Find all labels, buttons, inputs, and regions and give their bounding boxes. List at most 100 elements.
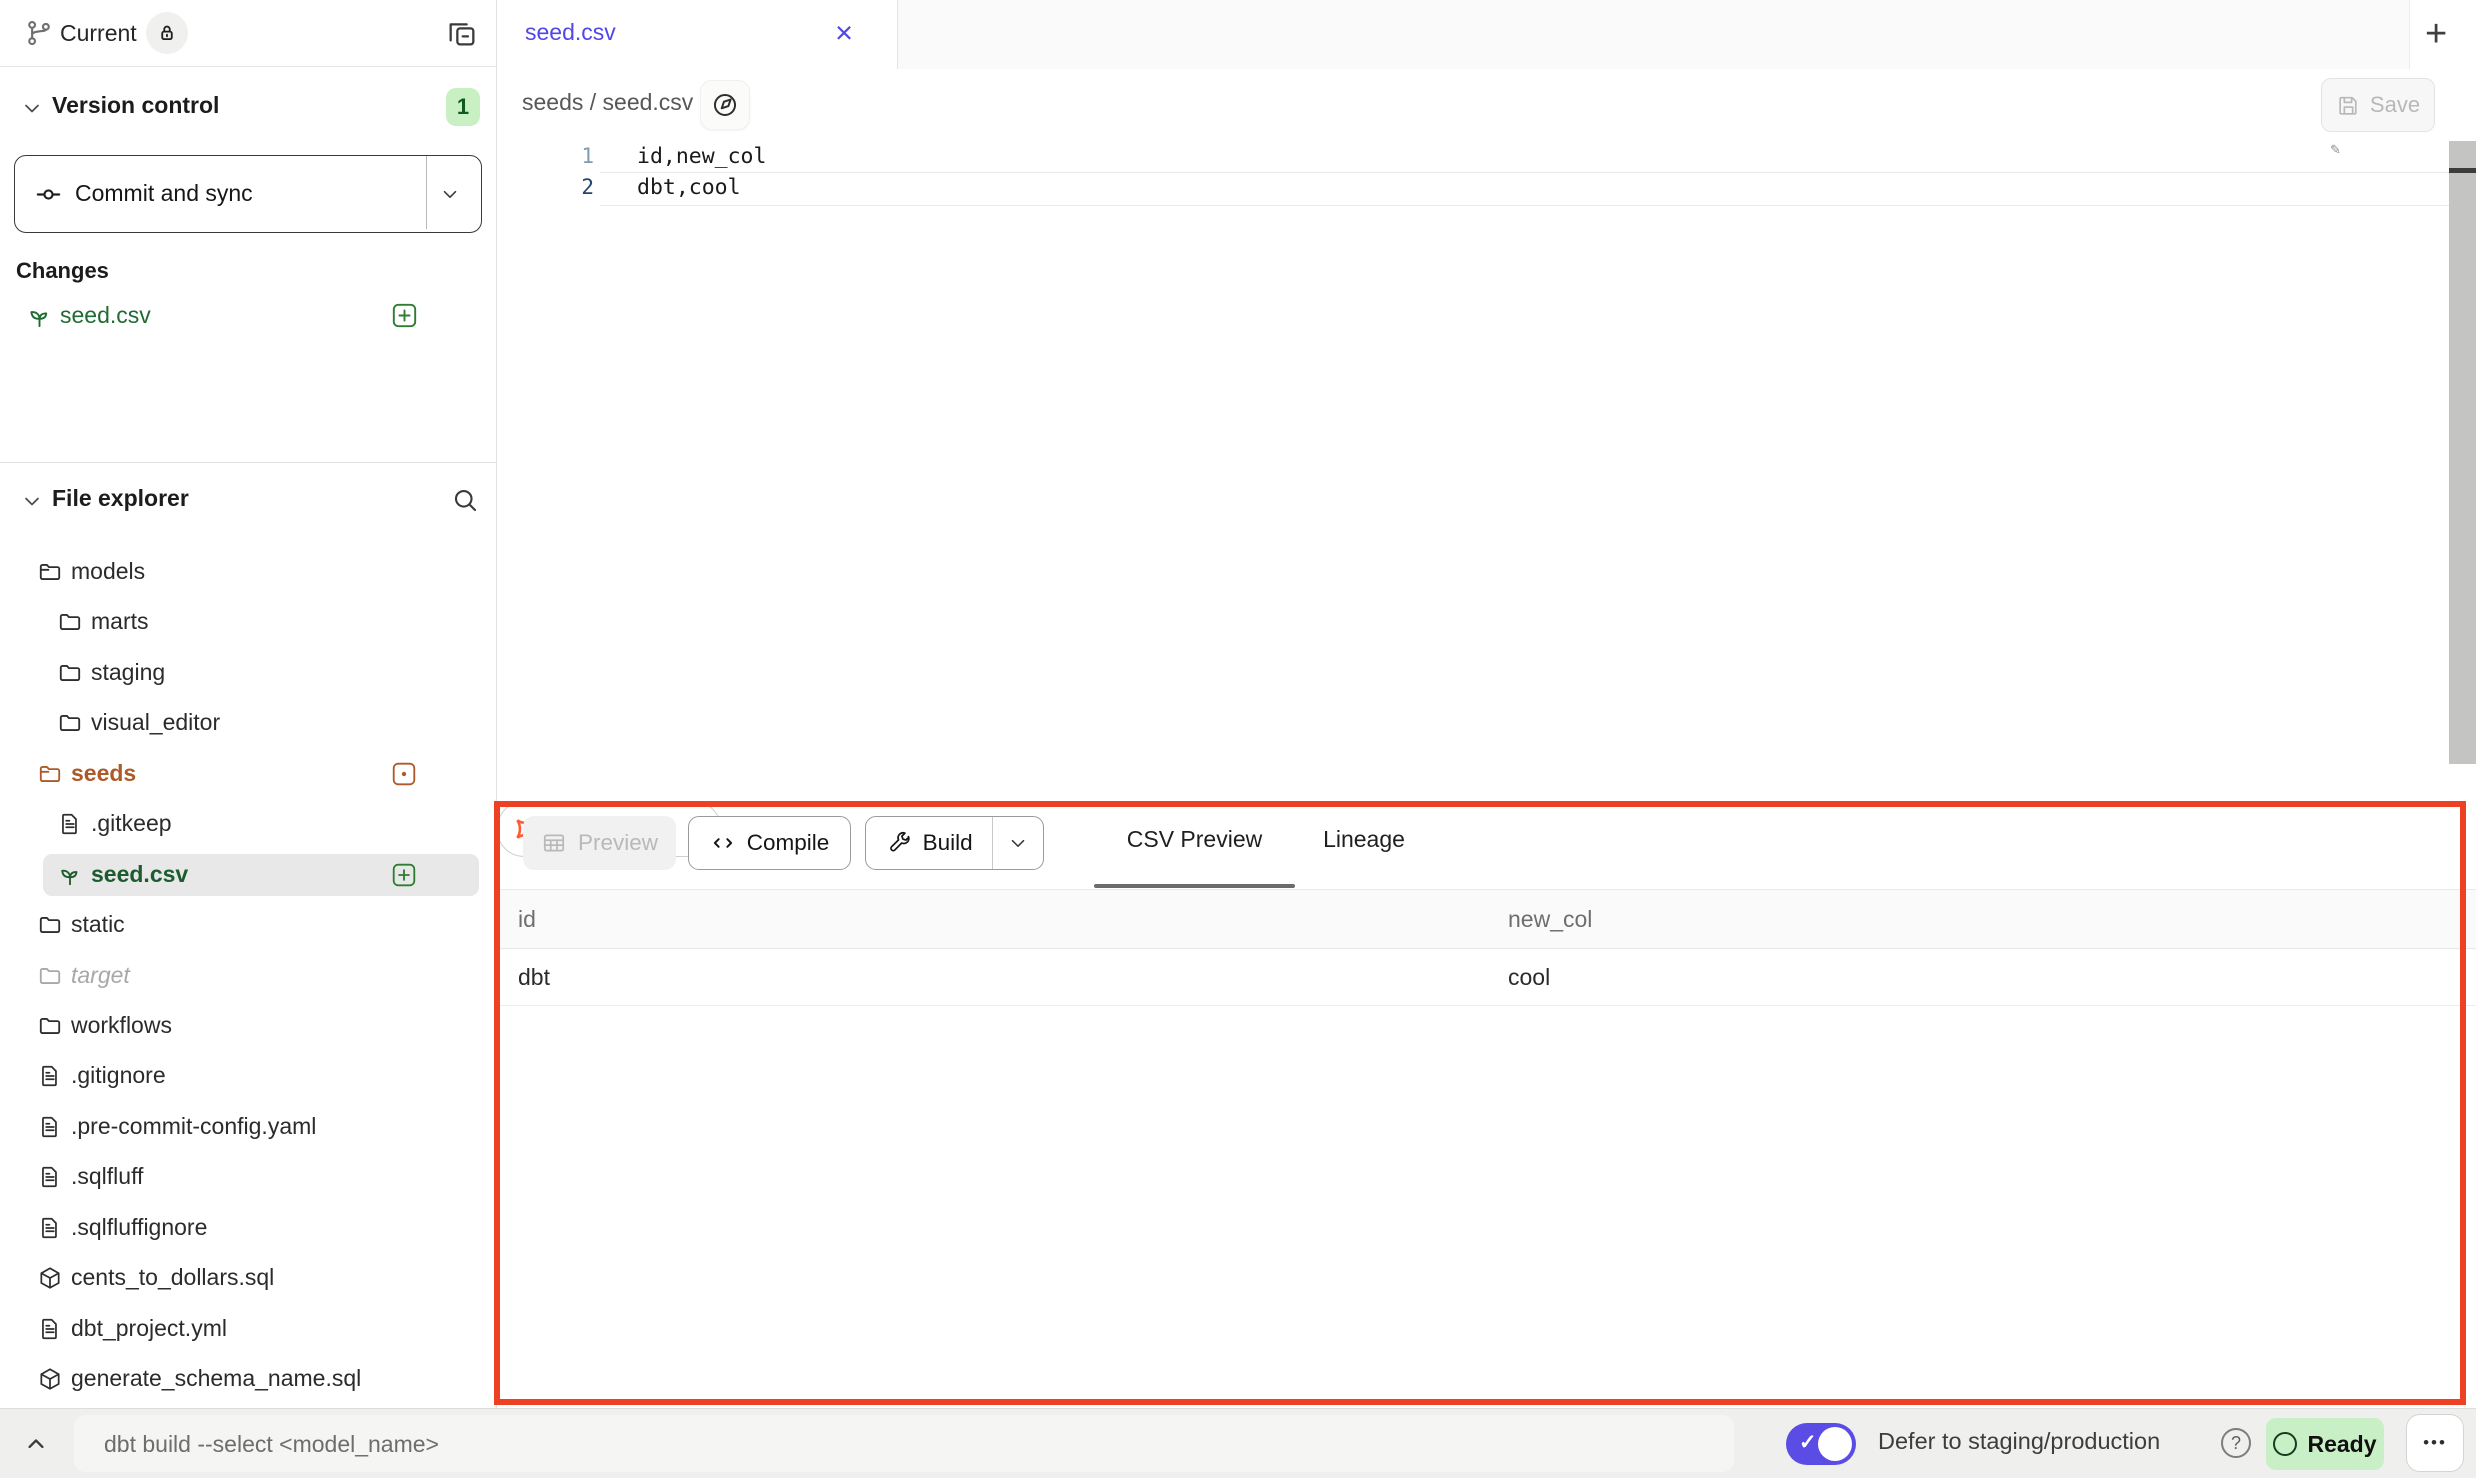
table-header-row: id new_col [497, 890, 2476, 949]
version-control-title[interactable]: Version control [52, 92, 219, 119]
branch-header: Current [0, 0, 496, 67]
commit-options-chevron-icon[interactable] [439, 183, 461, 205]
git-modified-icon [391, 761, 417, 787]
divider [0, 462, 496, 463]
tab-lineage[interactable]: Lineage [1294, 826, 1434, 853]
file-row-sqlfluffignore[interactable]: .sqlfluffignore [0, 1206, 496, 1250]
file-label: cents_to_dollars.sql [71, 1264, 274, 1291]
file-label: visual_editor [91, 709, 220, 736]
command-input[interactable] [102, 1415, 1666, 1474]
file-label: staging [91, 659, 165, 686]
help-icon[interactable]: ? [2221, 1428, 2251, 1458]
git-branch-icon [24, 18, 54, 48]
file-row-target[interactable]: target [0, 954, 496, 998]
lock-icon [146, 12, 188, 54]
seed-icon [26, 303, 53, 330]
file-row-marts[interactable]: marts [0, 600, 496, 644]
table-cell: cool [1508, 964, 2476, 991]
file-icon [37, 1063, 63, 1089]
chevron-up-icon[interactable] [22, 1430, 50, 1458]
file-row-seed-csv[interactable]: seed.csv [0, 853, 496, 897]
model-cube-icon [37, 1265, 63, 1291]
seed-icon [57, 862, 83, 888]
code-line: 2 dbt,cool [497, 172, 2476, 203]
pencil-icon: ✎ [2330, 142, 2341, 158]
check-icon: ✓ [1799, 1430, 1817, 1455]
save-label: Save [2370, 92, 2420, 118]
file-row-gitignore[interactable]: .gitignore [0, 1054, 496, 1098]
file-row-staging[interactable]: staging [0, 651, 496, 695]
close-icon[interactable]: × [835, 13, 853, 53]
preview-label: Preview [578, 830, 658, 856]
toggle-knob [1818, 1427, 1852, 1461]
file-explorer-title[interactable]: File explorer [52, 485, 189, 512]
git-added-icon [391, 302, 418, 329]
compile-button[interactable]: Compile [688, 816, 851, 870]
folder-icon [37, 1013, 63, 1039]
editor-tab-bar: seed.csv × + [497, 0, 2476, 70]
branch-name[interactable]: Current [60, 17, 137, 49]
code-editor[interactable]: 1 id,new_col 2 dbt,cool ✎ [497, 140, 2476, 801]
file-row-seeds[interactable]: seeds [0, 752, 496, 796]
preview-button[interactable]: Preview [523, 816, 676, 870]
tab-title: seed.csv [525, 19, 616, 46]
scrollbar-marker [2449, 168, 2476, 173]
file-row-visual-editor[interactable]: visual_editor [0, 701, 496, 745]
more-options-button[interactable]: ••• [2406, 1414, 2464, 1472]
changed-file-name: seed.csv [60, 302, 151, 329]
folder-icon [37, 912, 63, 938]
new-tab-plus-icon[interactable]: + [2425, 12, 2447, 56]
code-line: 1 id,new_col [497, 141, 2476, 172]
file-icon [57, 811, 83, 837]
search-icon[interactable] [450, 485, 480, 515]
save-button[interactable]: Save [2321, 78, 2435, 132]
file-row-sqlfluff[interactable]: .sqlfluff [0, 1155, 496, 1199]
file-label: workflows [71, 1012, 172, 1039]
commit-and-sync-button[interactable]: Commit and sync [14, 155, 482, 233]
tab-seed-csv[interactable]: seed.csv × [497, 0, 898, 69]
folder-open-icon [37, 761, 63, 787]
file-icon [37, 1164, 63, 1190]
file-row-pre-commit-config[interactable]: .pre-commit-config.yaml [0, 1105, 496, 1149]
status-badge: Ready [2266, 1418, 2384, 1470]
build-options-chevron-icon[interactable] [992, 817, 1043, 869]
file-row-static[interactable]: static [0, 903, 496, 947]
editor-scrollbar[interactable] [2449, 141, 2476, 764]
file-icon [37, 1215, 63, 1241]
column-header: id [518, 906, 1508, 933]
file-row-generate-schema-name[interactable]: generate_schema_name.sql [0, 1357, 496, 1401]
file-row-models[interactable]: models [0, 550, 496, 594]
compass-icon[interactable] [700, 80, 750, 130]
file-row-workflows[interactable]: workflows [0, 1004, 496, 1048]
defer-label: Defer to staging/production [1878, 1428, 2160, 1455]
changed-file-row[interactable]: seed.csv [0, 294, 496, 338]
line-number: 1 [497, 141, 594, 172]
chevron-down-icon[interactable] [20, 96, 44, 120]
line-text: id,new_col [637, 141, 766, 172]
tab-csv-preview[interactable]: CSV Preview [1094, 826, 1295, 853]
line-number: 2 [497, 172, 594, 203]
copy-icon[interactable] [446, 17, 478, 49]
file-label: marts [91, 608, 149, 635]
file-row-gitkeep[interactable]: .gitkeep [0, 802, 496, 846]
file-label: dbt_project.yml [71, 1315, 227, 1342]
active-tab-underline [1094, 884, 1295, 888]
chevron-down-icon[interactable] [20, 489, 44, 513]
git-commit-icon [35, 181, 62, 208]
status-circle-icon [2273, 1432, 2297, 1456]
file-icon [37, 1316, 63, 1342]
code-icon [710, 830, 736, 856]
ellipsis-icon: ••• [2423, 1433, 2447, 1453]
line-text: dbt,cool [637, 172, 741, 203]
build-label: Build [923, 830, 973, 856]
folder-open-icon [37, 559, 63, 585]
defer-toggle[interactable]: ✓ [1786, 1423, 1856, 1465]
file-row-cents-to-dollars[interactable]: cents_to_dollars.sql [0, 1256, 496, 1300]
git-added-icon [391, 862, 418, 889]
compile-label: Compile [747, 830, 830, 856]
file-label: target [71, 962, 130, 989]
results-panel: Preview Compile Build C [497, 801, 2476, 1408]
file-row-dbt-project[interactable]: dbt_project.yml [0, 1307, 496, 1351]
column-header: new_col [1508, 906, 2476, 933]
build-button[interactable]: Build [866, 817, 992, 869]
